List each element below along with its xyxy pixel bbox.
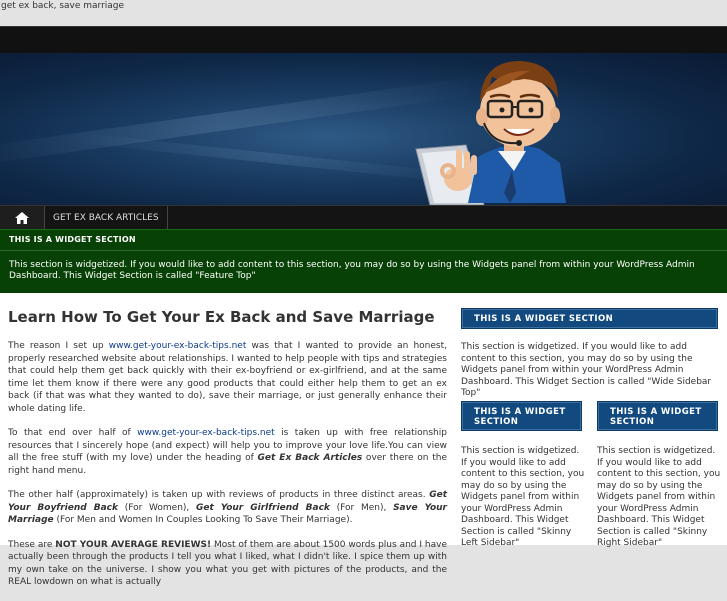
emphasis-text: Get Ex Back Articles	[257, 453, 363, 463]
cartoon-mascot-illustration	[415, 61, 566, 205]
feature-top-widget: THIS IS A WIDGET SECTION This section is…	[0, 229, 727, 294]
feature-top-title: THIS IS A WIDGET SECTION	[9, 235, 136, 244]
article-paragraph: The other half (approximately) is taken …	[8, 489, 447, 527]
header-banner	[0, 53, 727, 205]
content-area: Learn How To Get Your Ex Back and Save M…	[0, 293, 727, 587]
nav-item-get-ex-back-articles[interactable]: GET EX BACK ARTICLES	[45, 206, 168, 230]
paragraph-text: The other half (approximately) is taken …	[8, 490, 430, 500]
paragraph-text: The reason I set up	[8, 341, 109, 351]
paragraph-text: (For Men),	[329, 502, 394, 513]
feature-top-divider	[0, 250, 727, 251]
article-title: Learn How To Get Your Ex Back and Save M…	[8, 308, 435, 326]
wide-sidebar-top-text: This section is widgetized. If you would…	[461, 342, 712, 398]
skinny-left-sidebar-text: This section is widgetized. If you would…	[461, 446, 585, 548]
skinny-right-sidebar-title: THIS IS A WIDGET SECTION	[597, 401, 718, 431]
site-link[interactable]: www.get-your-ex-back-tips.net	[109, 341, 247, 351]
article-paragraph: The reason I set up www.get-your-ex-back…	[8, 340, 447, 415]
wide-sidebar-top-title: THIS IS A WIDGET SECTION	[461, 308, 718, 329]
home-icon	[15, 212, 29, 224]
site-title[interactable]: get ex back, save marriage	[1, 1, 124, 11]
skinny-left-sidebar-title: THIS IS A WIDGET SECTION	[461, 401, 582, 431]
paragraph-text: (For Men and Women In Couples Looking To…	[53, 515, 353, 525]
article-paragraph: To that end over half of www.get-your-ex…	[8, 427, 447, 477]
emphasis-text: Get Your Girlfriend Back	[196, 502, 330, 513]
site-link[interactable]: www.get-your-ex-back-tips.net	[137, 428, 275, 438]
paragraph-text: (For Women),	[117, 502, 197, 513]
main-navigation: GET EX BACK ARTICLES	[0, 205, 727, 230]
nav-home-button[interactable]	[0, 206, 45, 230]
article-paragraph: These are NOT YOUR AVERAGE REVIEWS! Most…	[8, 539, 447, 589]
paragraph-text: was that I wanted to provide an honest, …	[8, 341, 448, 414]
main-article: Learn How To Get Your Ex Back and Save M…	[8, 308, 447, 601]
feature-top-text: This section is widgetized. If you would…	[9, 260, 695, 281]
paragraph-text: To that end over half of	[8, 428, 138, 438]
top-bar	[0, 26, 727, 55]
skinny-right-sidebar-text: This section is widgetized. If you would…	[597, 446, 721, 548]
